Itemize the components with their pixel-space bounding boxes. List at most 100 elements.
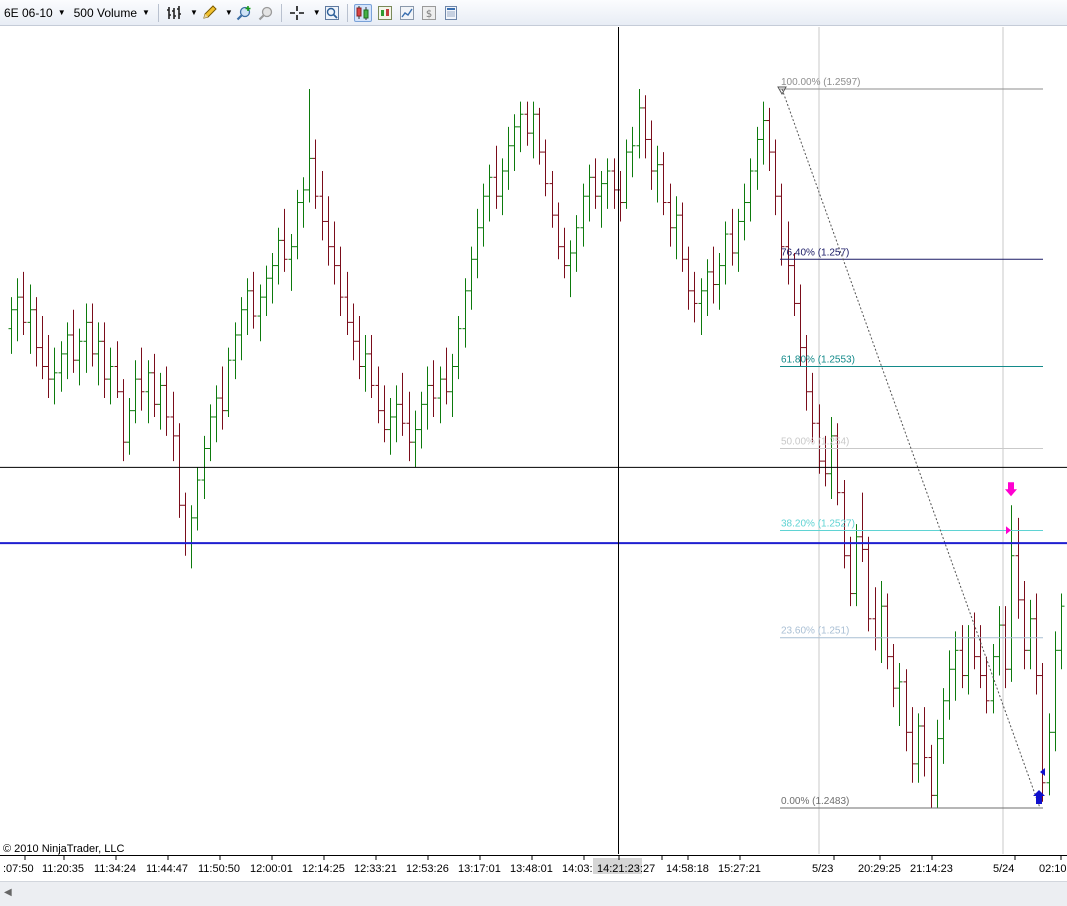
ohlc-bar — [393, 385, 400, 443]
chevron-down-icon[interactable]: ▼ — [190, 8, 198, 17]
ohlc-bar — [965, 625, 972, 695]
dollar-button[interactable]: $ — [420, 4, 438, 22]
zoom-out-button[interactable] — [257, 4, 275, 22]
ohlc-bar — [449, 353, 456, 417]
ohlc-bar — [946, 650, 953, 720]
ohlc-bar — [673, 196, 680, 260]
chart-style-button[interactable] — [353, 3, 372, 22]
magnifier-button[interactable] — [323, 4, 341, 22]
time-axis-label: 20:29:25 — [858, 863, 901, 875]
sell-arrow-icon — [1005, 482, 1017, 497]
period-selector[interactable]: 500 Volume ▼ — [70, 6, 154, 20]
ohlc-bar — [592, 158, 599, 209]
price-chart[interactable]: 100.00% (1.2597)76.40% (1.257)61.80% (1.… — [0, 27, 1067, 854]
ohlc-bar — [648, 120, 655, 190]
ohlc-bar — [250, 271, 257, 329]
ohlc-bar — [188, 505, 195, 569]
ohlc-bar — [710, 246, 717, 304]
ohlc-bar — [14, 278, 21, 342]
fib-level-label: 50.00% (1.254) — [781, 437, 849, 448]
ohlc-bar — [561, 227, 568, 279]
ohlc-bar — [126, 398, 133, 455]
ohlc-bar — [263, 265, 270, 317]
ohlc-bar — [27, 284, 34, 354]
ohlc-bar — [555, 202, 562, 260]
ohlc-bar — [244, 278, 251, 335]
ohlc-bar — [306, 89, 313, 203]
ohlc-bar — [704, 259, 711, 317]
ohlc-bar — [890, 644, 897, 708]
data-box-icon — [444, 5, 457, 20]
ohlc-bar — [934, 719, 941, 808]
ohlc-bar — [120, 379, 127, 462]
ohlc-bar — [288, 234, 295, 291]
time-axis-label: 13:48:01 — [510, 863, 553, 875]
ohlc-bar — [884, 593, 891, 670]
toolbar-separator — [280, 3, 282, 22]
line-chart-button[interactable] — [398, 4, 416, 22]
ohlc-bar — [1033, 593, 1040, 695]
time-axis-label: :27 — [640, 863, 655, 875]
ohlc-bar — [791, 252, 798, 317]
ohlc-bar — [853, 524, 860, 607]
time-axis[interactable]: :07:50 11:20:35 11:34:24 11:44:47 11:50:50 12… — [0, 855, 1067, 880]
chart-toolbar: 6E 06-10 ▼ 500 Volume ▼ ▼ ▼ ▼ $ — [0, 0, 1067, 26]
ohlc-bar — [45, 334, 52, 399]
ohlc-bar — [89, 303, 96, 367]
zoom-out-icon — [258, 6, 272, 20]
fib-level-label: 23.60% (1.251) — [781, 626, 849, 637]
ohlc-bar — [443, 347, 450, 405]
instrument-selector[interactable]: 6E 06-10 ▼ — [0, 6, 70, 20]
time-axis-label: 12:53:26 — [406, 863, 449, 875]
ohlc-bar — [337, 246, 344, 317]
ohlc-bar — [350, 303, 357, 361]
ohlc-bar — [331, 221, 338, 285]
chevron-down-icon: ▼ — [57, 8, 66, 17]
ohlc-bar — [493, 145, 500, 209]
ohlc-bar — [213, 385, 220, 443]
candlestick-button[interactable] — [376, 4, 394, 22]
ohlc-bar — [412, 410, 419, 468]
time-axis-label: 14:58:18 — [666, 863, 709, 875]
time-axis-label: 14:21:23 — [597, 863, 640, 875]
ohlc-bar — [368, 334, 375, 399]
ohlc-bar — [64, 322, 71, 380]
zoom-in-button[interactable] — [235, 4, 253, 22]
buy-arrow-icon — [1033, 790, 1045, 804]
ohlc-bar — [735, 208, 742, 272]
fib-level-label: 61.80% (1.2553) — [781, 355, 855, 366]
scroll-left-icon[interactable]: ◀ — [4, 887, 12, 898]
ohlc-bar — [660, 152, 667, 216]
ohlc-bar — [300, 177, 307, 228]
ohlc-bar — [977, 625, 984, 689]
ohlc-bar — [772, 139, 779, 216]
fib-anchor-marker — [777, 86, 787, 96]
draw-tool-button[interactable] — [200, 4, 218, 22]
ohlc-bar — [455, 316, 462, 380]
ohlc-bar — [381, 385, 388, 443]
copyright-text: © 2010 NinjaTrader, LLC — [3, 843, 125, 855]
ohlc-bar — [636, 89, 643, 159]
chevron-down-icon[interactable]: ▼ — [225, 8, 233, 17]
horizontal-scrollbar[interactable]: ◀ — [0, 881, 1067, 906]
time-axis-label: 11:44:47 — [146, 863, 188, 875]
bar-type-icon — [166, 5, 181, 19]
ohlc-bar — [915, 713, 922, 783]
ohlc-bar — [722, 221, 729, 285]
zoom-in-icon — [236, 5, 251, 20]
ohlc-bar — [176, 423, 183, 518]
ohlc-bar — [356, 316, 363, 380]
ohlc-bar — [437, 366, 444, 424]
ohlc-bar — [424, 366, 431, 430]
ohlc-bar — [654, 145, 661, 203]
ohlc-bar — [257, 284, 264, 342]
ohlc-bar — [896, 662, 903, 727]
bar-type-button[interactable] — [165, 4, 183, 22]
time-axis-label: 5/23 — [812, 863, 833, 875]
chevron-down-icon[interactable]: ▼ — [313, 8, 321, 17]
data-box-button[interactable] — [442, 4, 460, 22]
crosshair-button[interactable] — [288, 4, 306, 22]
ohlc-bar — [269, 252, 276, 304]
fib-level-label: 0.00% (1.2483) — [781, 796, 849, 807]
fib-level-label: 100.00% (1.2597) — [781, 77, 861, 88]
